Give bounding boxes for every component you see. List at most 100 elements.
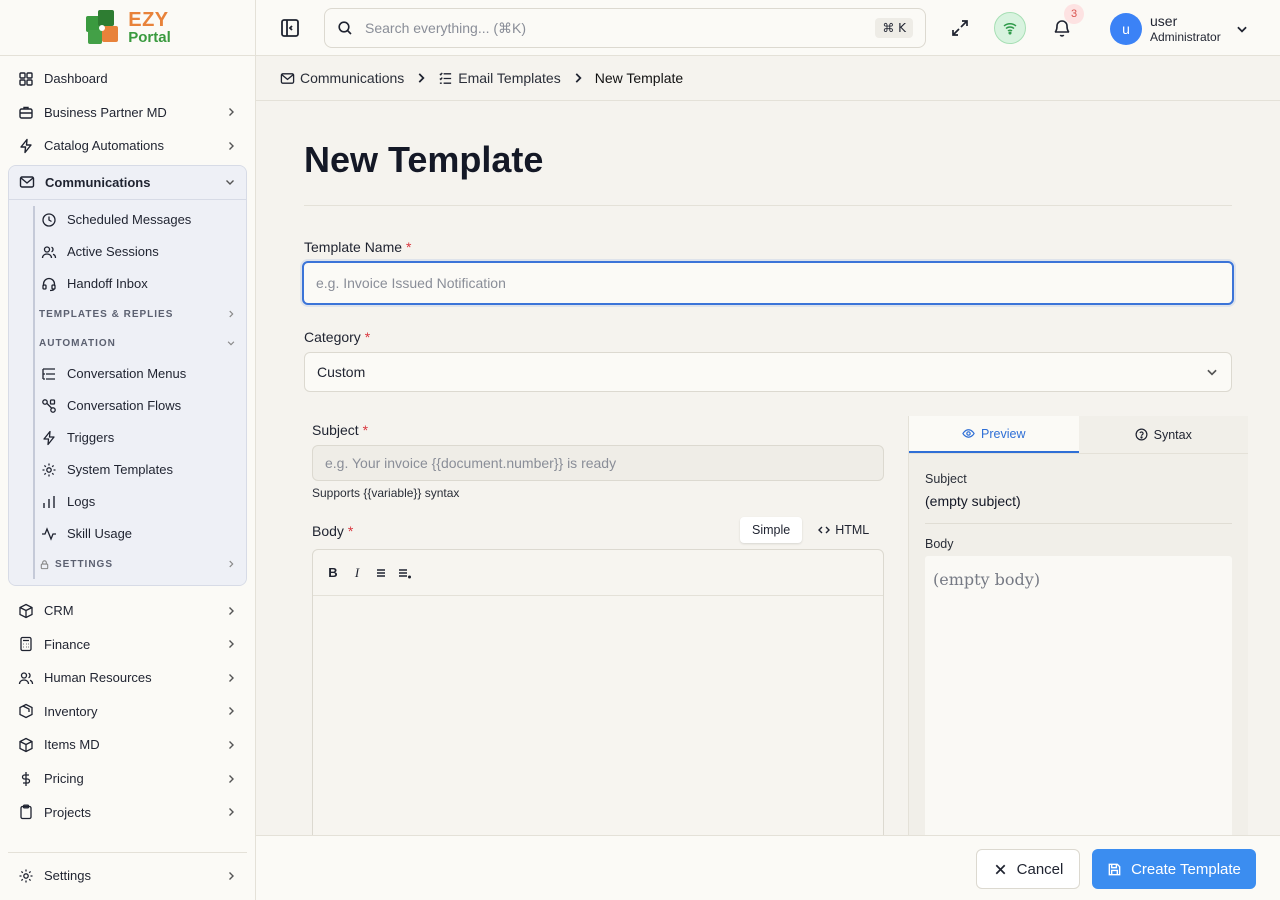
eye-icon — [962, 429, 975, 438]
cube-icon — [19, 603, 33, 618]
sidebar-item-communications[interactable]: Communications — [9, 165, 246, 200]
search-shortcut: ⌘ K — [875, 18, 913, 38]
package-icon — [19, 704, 33, 719]
expand-icon — [952, 20, 968, 36]
list-icon — [439, 71, 452, 84]
gear-icon — [19, 869, 33, 883]
sidebar-item-label: Projects — [44, 804, 91, 820]
sidebar-item-finance[interactable]: Finance — [8, 627, 247, 661]
preview-body-value: (empty body) — [925, 556, 1232, 835]
sidebar-item-label: Finance — [44, 636, 91, 652]
tab-syntax[interactable]: Syntax — [1079, 416, 1249, 453]
avatar: u — [1110, 12, 1142, 45]
wifi-icon — [1003, 22, 1017, 35]
section-settings[interactable]: SETTINGS — [33, 550, 246, 579]
body-editor: B I — [312, 549, 884, 835]
chevron-right-icon — [575, 73, 582, 83]
user-role: Administrator — [1150, 30, 1221, 45]
sidebar-toggle-button[interactable] — [278, 16, 302, 40]
bullet-list-button[interactable] — [373, 563, 389, 583]
sidebar-item-settings[interactable]: Settings — [8, 859, 247, 893]
communications-submenu: Scheduled Messages Active Sessions Hando… — [9, 199, 246, 585]
sidebar-item-label: Handoff Inbox — [67, 276, 148, 292]
search-input[interactable] — [365, 20, 876, 36]
clock-icon — [42, 213, 56, 227]
mode-simple-button[interactable]: Simple — [740, 517, 803, 543]
tab-label: Preview — [981, 426, 1026, 441]
connection-status-button[interactable] — [994, 12, 1026, 44]
bold-button[interactable]: B — [325, 563, 341, 583]
sidebar-item-projects[interactable]: Projects — [8, 795, 247, 829]
subject-input[interactable] — [312, 445, 884, 481]
logo[interactable]: EZY Portal — [84, 8, 171, 48]
sidebar-item-scheduled-messages[interactable]: Scheduled Messages — [33, 204, 246, 236]
sidebar-item-conversation-flows[interactable]: Conversation Flows — [33, 390, 246, 422]
mode-html-button[interactable]: HTML — [806, 517, 881, 543]
user-menu[interactable]: u user Administrator — [1110, 12, 1249, 46]
users-icon — [18, 672, 34, 684]
sidebar-footer: Settings — [8, 852, 247, 893]
sidebar-item-label: Logs — [67, 494, 96, 510]
sidebar-item-business-partner[interactable]: Business Partner MD — [8, 96, 247, 130]
mode-label: HTML — [835, 523, 870, 537]
sidebar-item-active-sessions[interactable]: Active Sessions — [33, 236, 246, 268]
users-icon — [41, 246, 57, 258]
required-marker: * — [362, 422, 369, 438]
chevron-right-icon — [229, 740, 234, 749]
sidebar-item-label: Triggers — [67, 430, 115, 446]
sidebar-item-system-templates[interactable]: System Templates — [33, 454, 246, 486]
code-icon — [818, 526, 831, 534]
sidebar-item-handoff-inbox[interactable]: Handoff Inbox — [33, 268, 246, 300]
create-template-button[interactable]: Create Template — [1092, 849, 1256, 889]
sidebar-item-triggers[interactable]: Triggers — [33, 422, 246, 454]
zap-icon — [43, 430, 55, 445]
headset-icon — [42, 277, 56, 291]
sidebar-item-inventory[interactable]: Inventory — [8, 695, 247, 729]
sidebar-item-label: Inventory — [44, 703, 98, 719]
panel-left-icon — [281, 19, 299, 37]
category-select[interactable]: Custom — [304, 352, 1232, 392]
notifications-button[interactable]: 3 — [1046, 4, 1084, 44]
breadcrumb-communications[interactable]: Communications — [280, 70, 404, 86]
list-tree-icon — [42, 368, 55, 380]
sidebar-item-items-md[interactable]: Items MD — [8, 728, 247, 762]
body-editor-content[interactable] — [313, 596, 883, 835]
sidebar-item-catalog-automations[interactable]: Catalog Automations — [8, 129, 247, 163]
button-label: Cancel — [1016, 860, 1064, 878]
calculator-icon — [20, 637, 32, 652]
required-marker: * — [364, 329, 371, 345]
sidebar-item-label: Conversation Flows — [67, 398, 182, 414]
sidebar-item-skill-usage[interactable]: Skill Usage — [33, 518, 246, 550]
sidebar-item-crm[interactable]: CRM — [8, 594, 247, 628]
clipboard-icon — [20, 804, 32, 820]
breadcrumb-current: New Template — [594, 70, 684, 86]
section-templates-replies[interactable]: TEMPLATES & REPLIES — [33, 300, 246, 329]
breadcrumb: Communications Email Templates New Templ… — [256, 56, 1280, 101]
chevron-right-icon — [229, 774, 234, 783]
close-icon — [995, 864, 1005, 874]
tab-label: Syntax — [1153, 427, 1192, 442]
sidebar-item-logs[interactable]: Logs — [33, 486, 246, 518]
help-circle-icon — [1135, 428, 1148, 441]
sidebar-item-label: Active Sessions — [67, 244, 159, 260]
sidebar-nav: Dashboard Business Partner MD Catalog Au… — [8, 62, 247, 829]
tab-preview[interactable]: Preview — [909, 416, 1079, 453]
global-search: ⌘ K — [324, 8, 926, 48]
sidebar-item-human-resources[interactable]: Human Resources — [8, 661, 247, 695]
sidebar-item-dashboard[interactable]: Dashboard — [8, 62, 247, 96]
numbered-list-button[interactable] — [397, 563, 413, 583]
template-name-input[interactable] — [302, 261, 1234, 305]
breadcrumb-label: Email Templates — [458, 70, 561, 86]
lock-icon — [40, 560, 49, 569]
sidebar-item-conversation-menus[interactable]: Conversation Menus — [33, 358, 246, 390]
preview-subject-value: (empty subject) — [925, 493, 1021, 509]
fullscreen-button[interactable] — [944, 12, 976, 44]
section-automation[interactable]: AUTOMATION — [33, 329, 246, 358]
cancel-button[interactable]: Cancel — [976, 849, 1080, 889]
italic-button[interactable]: I — [349, 563, 365, 583]
chevron-right-icon — [229, 560, 234, 568]
sidebar-item-pricing[interactable]: Pricing — [8, 762, 247, 796]
breadcrumb-email-templates[interactable]: Email Templates — [438, 70, 561, 86]
chevron-down-icon — [1236, 26, 1247, 33]
subject-label: Subject * — [312, 422, 368, 438]
